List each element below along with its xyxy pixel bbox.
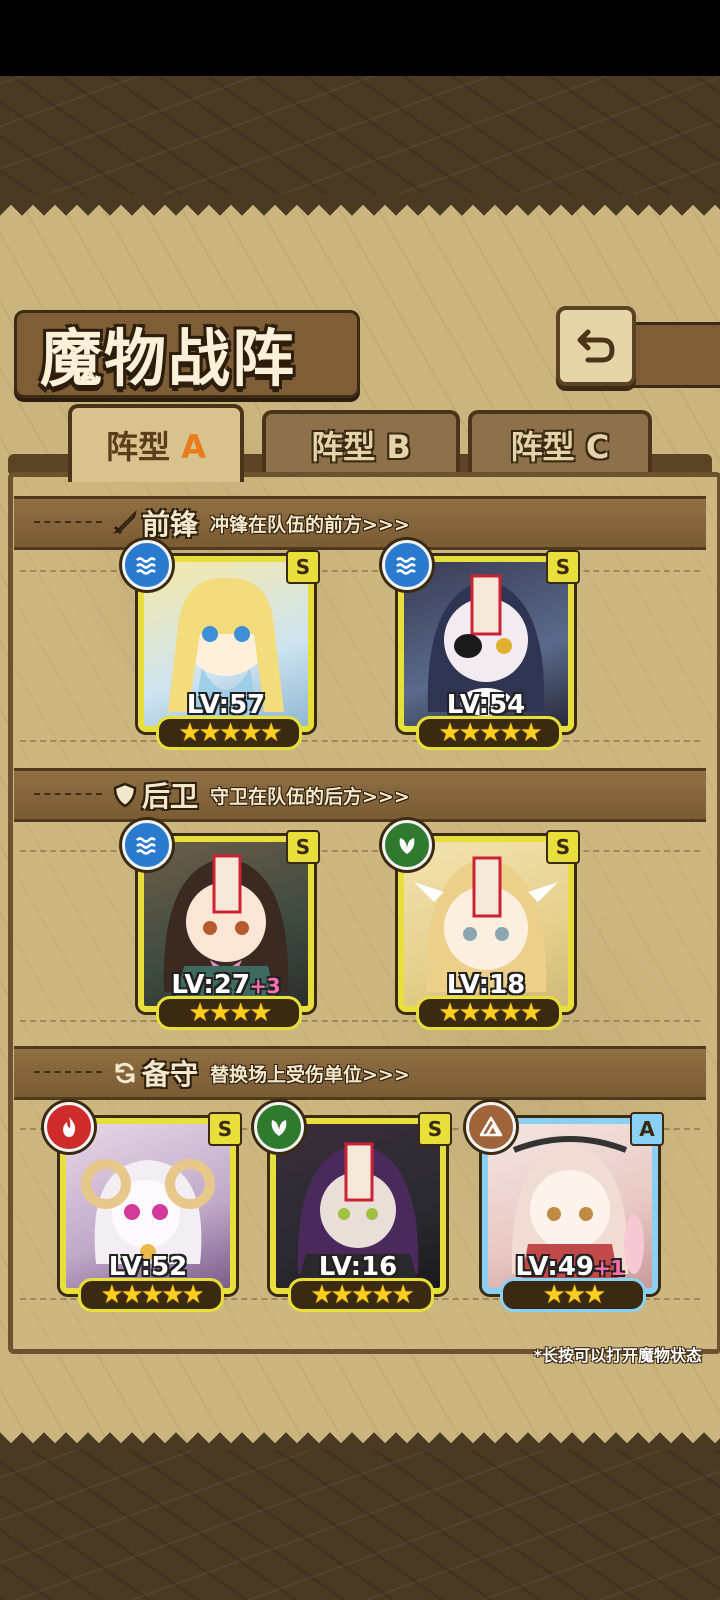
rock-element-icon [466, 1102, 516, 1152]
star-rating: ★★★★★ [156, 716, 302, 750]
rarity-badge: S [208, 1112, 242, 1146]
divider [20, 1020, 700, 1022]
rarity-badge: S [286, 550, 320, 584]
monster-card-reserve-2[interactable]: S LV:16 ★★★★★ [254, 1102, 452, 1312]
monster-card-back-1[interactable]: S LV:27+3 ★★★★ [122, 820, 320, 1030]
monster-card-front-1[interactable]: S LV:57 ★★★★★ [122, 540, 320, 750]
back-button[interactable] [556, 306, 636, 386]
panel-top-edge [0, 194, 720, 216]
monster-card-reserve-1[interactable]: S LV:52 ★★★★★ [44, 1102, 242, 1312]
section-back-header: 后卫 守卫在队伍的后方>>> [14, 768, 706, 822]
rarity-badge: S [546, 830, 580, 864]
leaf-element-icon [254, 1102, 304, 1152]
star-rating: ★★★★★ [78, 1278, 224, 1312]
tab-label: 阵型 B [311, 428, 411, 466]
tab-label: 阵型 C [510, 428, 610, 466]
section-subtitle: 冲锋在队伍的前方>>> [210, 513, 410, 536]
monster-card-back-2[interactable]: S LV:18 ★★★★★ [382, 820, 580, 1030]
water-element-icon [382, 540, 432, 590]
rarity-badge: S [546, 550, 580, 584]
tab-formation-c[interactable]: 阵型 C [468, 410, 652, 476]
monster-card-reserve-3[interactable]: A LV:49+1 ★★★ [466, 1102, 664, 1312]
star-rating: ★★★ [500, 1278, 646, 1312]
monster-card-front-2[interactable]: S LV:54 ★★★★★ [382, 540, 580, 750]
section-subtitle: 守卫在队伍的后方>>> [210, 785, 410, 808]
tab-formation-b[interactable]: 阵型 B [262, 410, 460, 476]
star-rating: ★★★★★ [416, 716, 562, 750]
star-rating: ★★★★★ [288, 1278, 434, 1312]
shield-icon [113, 782, 137, 808]
section-reserve-header: 备守 替换场上受伤单位>>> [14, 1046, 706, 1100]
section-title: 前锋 [142, 508, 199, 541]
back-strip [630, 322, 720, 388]
water-element-icon [122, 540, 172, 590]
section-front-header: 前锋 冲锋在队伍的前方>>> [14, 496, 706, 550]
sword-icon [112, 510, 137, 535]
fire-element-icon [44, 1102, 94, 1152]
tab-label: 阵型 A [106, 428, 206, 466]
long-press-hint: *长按可以打开魔物状态 [533, 1346, 702, 1365]
map-background-bottom [0, 1450, 720, 1600]
leaf-element-icon [382, 820, 432, 870]
tab-formation-a[interactable]: 阵型 A [68, 404, 244, 482]
section-subtitle: 替换场上受伤单位>>> [210, 1063, 410, 1086]
swap-icon [115, 1062, 135, 1084]
status-bar [0, 0, 720, 76]
map-background-top [0, 76, 720, 206]
rarity-badge: S [418, 1112, 452, 1146]
star-rating: ★★★★★ [416, 996, 562, 1030]
page-title: 魔物战阵 [40, 322, 297, 395]
divider [20, 740, 700, 742]
section-title: 后卫 [142, 780, 199, 813]
rarity-badge: A [630, 1112, 664, 1146]
star-rating: ★★★★ [156, 996, 302, 1030]
rarity-badge: S [286, 830, 320, 864]
section-title: 备守 [142, 1058, 199, 1091]
water-element-icon [122, 820, 172, 870]
back-arrow-icon [577, 329, 615, 363]
